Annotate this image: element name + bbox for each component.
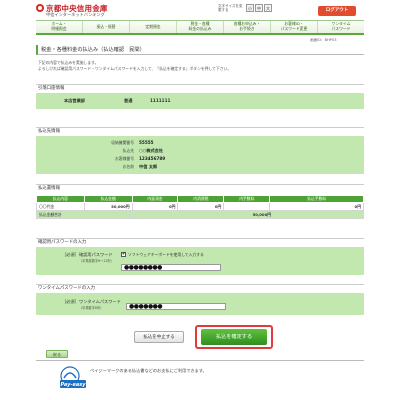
payee-field-value: 中信 太郎 [139, 164, 158, 169]
pay-easy-logo-text: Pay-easy [61, 382, 87, 388]
payment-col-header: 払込金額 [83, 195, 133, 203]
source-account-heading: 引落口座情報 [36, 84, 364, 92]
source-account-number: 1111111 [150, 98, 171, 103]
source-account-type: 普通 [124, 98, 133, 103]
font-size-medium-button[interactable]: 中 [255, 4, 263, 12]
source-account-panel: 本店営業部 普通 1111111 [36, 93, 364, 109]
payment-cell: 0円 [131, 202, 179, 211]
payee-field-label: 払込先 [122, 148, 134, 153]
nav-onetime-password[interactable]: ワンタイム パスワード [318, 21, 364, 33]
payment-total-row: 払込金額合計 50,000円 [36, 210, 365, 219]
onetime-password-heading: ワンタイムパスワードの入力 [36, 284, 364, 292]
confirm-password-hint: （半角英数字6〜12桁） [79, 259, 114, 263]
font-size-small-button[interactable]: 小 [246, 4, 254, 12]
required-mark: ［必須］ [62, 252, 79, 257]
payment-cell [223, 202, 271, 211]
payment-cell: 〇〇代金 [36, 202, 85, 211]
payee-panel: 収納機関番号 55555 払込先 ○○株式会社 お客様番号 123456789 … [36, 136, 364, 174]
payment-cell: 50,000円 [83, 202, 133, 211]
footer-divider [36, 360, 364, 361]
payment-heading: 払込書情報 [36, 184, 364, 192]
pay-easy-note: ペイジーマークのある払込書などのお支払にご利用できます。 [90, 368, 207, 373]
payment-col-header: 払込手数料 [269, 195, 364, 203]
nav-home[interactable]: ホーム・ 明細照会 [36, 21, 83, 33]
payment-cell: 0円 [177, 202, 225, 211]
nav-applications[interactable]: 各種お申込み・ お手続き [224, 21, 271, 33]
pay-easy-logo-icon: Pay-easy [60, 366, 87, 388]
screen-id: 画面ID：BHP03 [310, 38, 337, 42]
payee-field-label: お客様番号 [115, 156, 134, 161]
service-name: 中信インターネットバンキング [46, 12, 105, 17]
back-button[interactable]: 戻る [46, 350, 68, 358]
confirm-payment-button[interactable]: 払込を確定する [201, 329, 267, 345]
payee-field-label: お名前 [122, 164, 134, 169]
font-size-label: 文字サイズを変更する [218, 4, 243, 12]
payment-table: 払込内容 払込金額 内延滞金 内消費税 内手数料 払込手数料 〇〇代金 50,0… [36, 195, 365, 219]
payment-col-header: 内消費税 [177, 195, 225, 203]
cancel-payment-button[interactable]: 払込を中止する [134, 331, 184, 343]
confirm-password-heading: 確認用パスワードの入力 [36, 238, 364, 246]
intro-line: よろしければ確認用パスワード・ワンタイムパスワードを入力して、「払込を確定する」… [38, 65, 232, 71]
software-keyboard-checkbox[interactable]: ✔ [121, 252, 126, 257]
bank-logo-icon [36, 4, 44, 12]
table-row: 〇〇代金 50,000円 0円 0円 0円 [36, 202, 364, 211]
onetime-password-hint: （半角数字6桁） [79, 306, 104, 310]
payee-heading: 払込先情報 [36, 127, 364, 135]
payment-col-header: 払込内容 [36, 195, 85, 203]
software-keyboard-label: ソフトウェアキーボードを使用して入力する [128, 252, 204, 257]
payment-total-label: 払込金額合計 [36, 210, 133, 219]
page-title: 税金・各種料金の払込み（払込確認 民間） [36, 45, 364, 55]
logout-button[interactable]: ログアウト [318, 6, 356, 16]
confirm-password-panel: ［必須］ 確認用パスワード （半角英数字6〜12桁） ✔ ソフトウェアキーボード… [36, 247, 364, 275]
nav-tax-payment[interactable]: 税金・各種 料金の払込み [177, 21, 224, 33]
payee-field-value: ○○株式会社 [139, 148, 164, 153]
payment-total-value: 50,000円 [131, 210, 365, 219]
payee-field-value: 123456789 [139, 156, 166, 161]
payment-table-header: 払込内容 払込金額 内延滞金 内消費税 内手数料 払込手数料 [36, 195, 364, 203]
payee-field-value: 55555 [139, 140, 154, 145]
nav-password-change[interactable]: お客様ID・ パスワード変更 [271, 21, 318, 33]
payment-cell: 0円 [269, 202, 364, 211]
nav-transfer[interactable]: 振込・振替 [83, 21, 130, 33]
payment-col-header: 内延滞金 [131, 195, 179, 203]
payment-col-header: 内手数料 [223, 195, 271, 203]
main-nav: ホーム・ 明細照会 振込・振替 定期預金 税金・各種 料金の払込み 各種お申込み… [36, 20, 364, 35]
onetime-password-input[interactable]: ●●●●●●● [126, 303, 226, 310]
required-mark: ［必須］ [62, 299, 79, 304]
onetime-password-panel: ［必須］ ワンタイムパスワード （半角数字6桁） ●●●●●●● [36, 293, 364, 315]
payee-field-label: 収納機関番号 [111, 140, 134, 145]
font-size-large-button[interactable]: 大 [264, 4, 272, 12]
source-branch: 本店営業部 [64, 98, 85, 103]
intro-text: 下記の内容で払込みを実施します。 よろしければ確認用パスワード・ワンタイムパスワ… [38, 60, 231, 71]
confirm-password-input[interactable]: ●●●●●●●● [121, 264, 221, 271]
nav-time-deposit[interactable]: 定期預金 [130, 21, 177, 33]
